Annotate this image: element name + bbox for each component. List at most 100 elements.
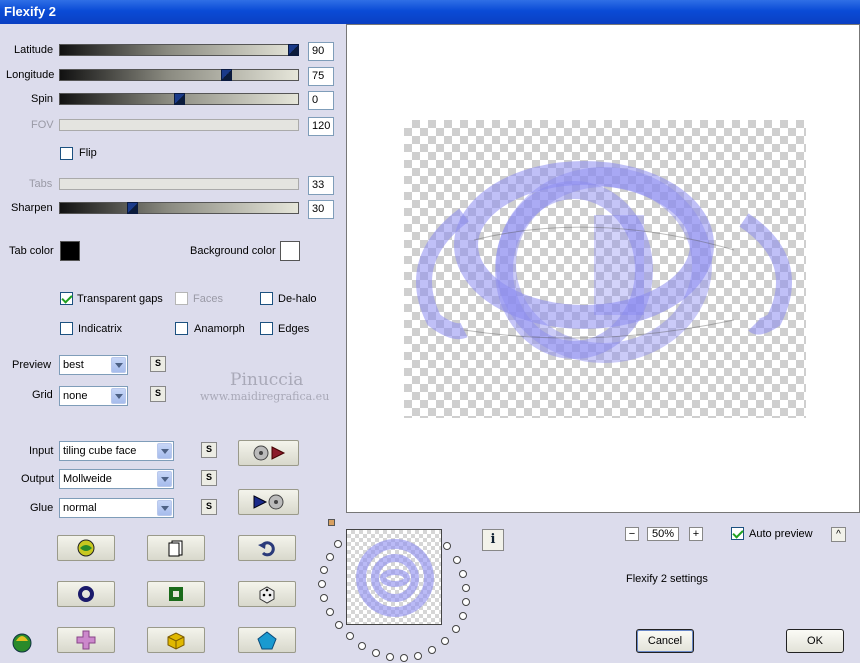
randomize-button[interactable] [57,535,115,561]
auto-preview-checkbox[interactable] [731,527,744,540]
indicatrix-checkbox[interactable] [60,322,73,335]
navigator-thumbnail[interactable] [346,529,442,625]
dial-dot[interactable] [320,594,328,602]
longitude-value-field[interactable]: 75 [308,67,334,86]
longitude-slider[interactable] [59,69,299,81]
dial-dot[interactable] [459,612,467,620]
faces-checkbox [175,292,188,305]
background-color-swatch[interactable] [280,241,300,261]
sharpen-slider-thumb[interactable] [127,202,138,214]
dial-dot[interactable] [400,654,408,662]
app-logo [10,629,34,656]
tabs-slider [59,178,299,190]
dial-dot[interactable] [414,652,422,660]
cube-button[interactable] [147,627,205,653]
edges-checkbox[interactable] [260,322,273,335]
dial-dot[interactable] [335,621,343,629]
navigator-handle[interactable] [328,519,335,526]
chevron-down-icon[interactable] [157,471,172,487]
ok-button[interactable]: OK [786,629,844,653]
transparent-gaps-label: Transparent gaps [77,293,163,305]
flip-label: Flip [79,147,97,159]
latitude-slider[interactable] [59,44,299,56]
dial-dot[interactable] [372,649,380,657]
input-select[interactable]: tiling cube face [59,441,174,461]
dial-dot[interactable] [462,598,470,606]
window-title: Flexify 2 [4,4,57,19]
disc-play-icon [253,445,285,461]
dial-dot[interactable] [443,542,451,550]
chevron-down-icon[interactable] [157,443,172,459]
fov-value-field: 120 [308,117,334,136]
spin-slider-thumb[interactable] [174,93,185,105]
chevron-down-icon[interactable] [111,388,126,404]
latitude-label: Latitude [14,44,54,56]
dial-dot[interactable] [462,584,470,592]
polyhedron-button[interactable] [238,627,296,653]
logo-icon [12,633,32,653]
dial-dot[interactable] [326,608,334,616]
random-button[interactable] [238,581,296,607]
glue-select[interactable]: normal [59,498,174,518]
tab-color-swatch[interactable] [60,241,80,261]
output-save-button[interactable]: S [201,470,217,486]
input-load-button[interactable] [238,440,299,466]
zoom-out-button[interactable]: − [625,527,639,541]
latitude-value-field[interactable]: 90 [308,42,334,61]
latitude-slider-thumb[interactable] [288,44,299,56]
grid-save-button[interactable]: S [150,386,166,402]
copy-button[interactable] [147,535,205,561]
grid-select[interactable]: none [59,386,128,406]
output-select[interactable]: Mollweide [59,469,174,489]
dial-dot[interactable] [334,540,342,548]
dial-dot[interactable] [358,642,366,650]
sharpen-label: Sharpen [11,202,53,214]
dial-dot[interactable] [428,646,436,654]
dial-dot[interactable] [452,625,460,633]
preview-panel[interactable] [346,24,860,513]
dial-dot[interactable] [320,566,328,574]
play-disc-icon [253,494,283,510]
flip-checkbox[interactable] [60,147,73,160]
collapse-button[interactable]: ^ [831,527,846,542]
sharpen-value-field[interactable]: 30 [308,200,334,219]
output-load-button[interactable] [238,489,299,515]
undo-button[interactable] [238,535,296,561]
info-button[interactable]: i [482,529,504,551]
zoom-in-button[interactable]: + [689,527,703,541]
cube-icon [167,632,185,650]
sphere-button[interactable] [57,581,115,607]
dial-dot[interactable] [459,570,467,578]
dial-dot[interactable] [441,637,449,645]
dial-dot[interactable] [346,632,354,640]
dial-dot[interactable] [326,553,334,561]
preview-label: Preview [12,359,52,371]
indicatrix-label: Indicatrix [78,323,123,335]
thumbnail-render [356,539,434,617]
cross-button[interactable] [57,627,115,653]
dialog-body: Latitude 90 Longitude 75 Spin 0 FOV 120 … [0,24,860,663]
glue-save-button[interactable]: S [201,499,217,515]
preview-select[interactable]: best [59,355,128,375]
dial-dot[interactable] [386,653,394,661]
frame-button[interactable] [147,581,205,607]
edges-label: Edges [278,323,310,335]
sharpen-slider[interactable] [59,202,299,214]
chevron-down-icon[interactable] [111,357,126,373]
dial-dot[interactable] [318,580,326,588]
spin-slider[interactable] [59,93,299,105]
square-frame-icon [169,587,183,601]
preview-save-button[interactable]: S [150,356,166,372]
watermark-name: Pinuccia [230,370,304,390]
transparent-gaps-checkbox[interactable] [60,292,73,305]
longitude-slider-thumb[interactable] [221,69,232,81]
dial-dot[interactable] [453,556,461,564]
anamorph-checkbox[interactable] [175,322,188,335]
spin-value-field[interactable]: 0 [308,91,334,110]
cancel-button[interactable]: Cancel [636,629,694,653]
plus-shape-icon [76,630,96,650]
chevron-down-icon[interactable] [157,500,172,516]
dice-icon [259,586,275,604]
de-halo-checkbox[interactable] [260,292,273,305]
input-save-button[interactable]: S [201,442,217,458]
